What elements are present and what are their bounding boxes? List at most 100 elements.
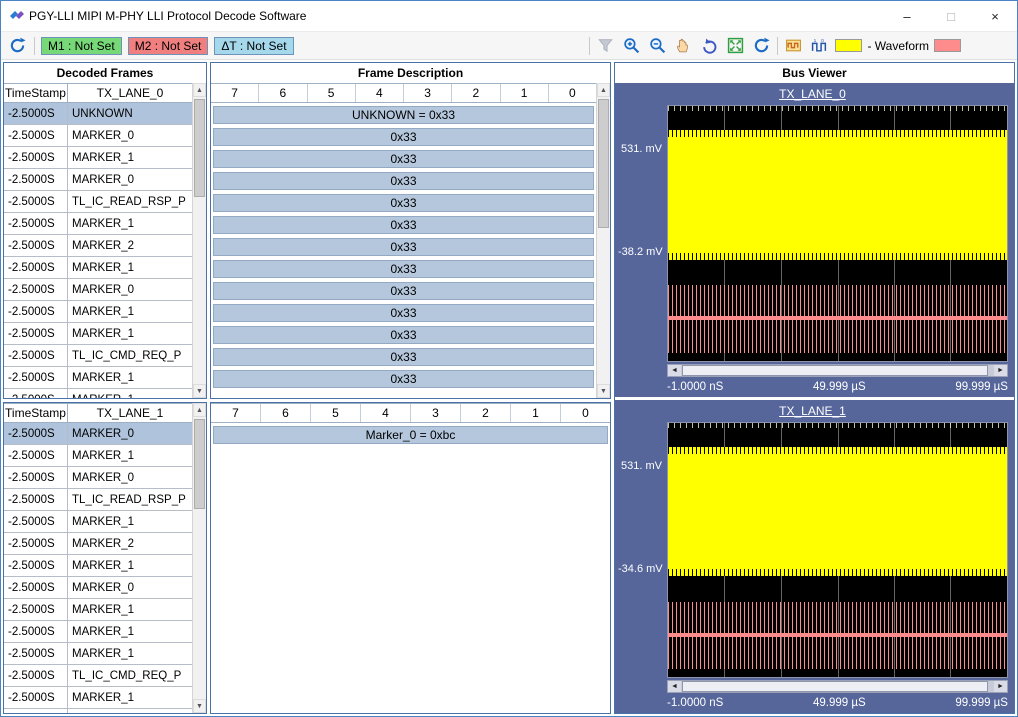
pan-hand-icon[interactable] (673, 35, 694, 56)
timestamp-cell: -2.5000S (4, 445, 68, 466)
lane1-label-link[interactable]: TX_LANE_1 (617, 404, 1008, 420)
timestamp-cell: -2.5000S (4, 467, 68, 488)
digital-signal-icon[interactable]: 10 (809, 35, 830, 56)
scroll-left-icon[interactable]: ◄ (668, 681, 681, 692)
timestamp-cell: -2.5000S (4, 577, 68, 598)
frame-byte-row: 0x33 (213, 326, 594, 344)
voltage-min-label: -38.2 mV (618, 246, 663, 258)
frame-byte-row: 0x33 (213, 348, 594, 366)
scrollbar-thumb[interactable] (194, 99, 205, 197)
lane0-table-body: -2.5000SUNKNOWN-2.5000SMARKER_0-2.5000SM… (4, 103, 192, 398)
frame-byte-row: 0x33 (213, 260, 594, 278)
table-row[interactable]: -2.5000STL_IC_CMD_REQ_P (4, 665, 192, 687)
fit-screen-icon[interactable] (725, 35, 746, 56)
time-end-label: 99.999 µS (955, 697, 1008, 709)
table-row[interactable]: -2.5000STL_IC_READ_RSP_P (4, 489, 192, 511)
sync-icon[interactable] (7, 35, 28, 56)
zoom-in-icon[interactable] (621, 35, 642, 56)
bit-header-cell: 0 (549, 84, 596, 102)
table-row[interactable]: -2.5000SMARKER_1 (4, 367, 192, 389)
waveform-yellow-swatch (835, 39, 862, 52)
table-row[interactable]: -2.5000SMARKER_1 (4, 257, 192, 279)
scroll-right-icon[interactable]: ► (994, 365, 1007, 376)
vertical-scrollbar[interactable]: ▲ ▼ (192, 403, 206, 713)
scrollbar-thumb[interactable] (682, 365, 988, 376)
zoom-out-icon[interactable] (647, 35, 668, 56)
refresh-icon[interactable] (751, 35, 772, 56)
frame-byte-row: 0x33 (213, 150, 594, 168)
table-row[interactable]: -2.5000SUNKNOWN (4, 103, 192, 125)
frame-cell: MARKER_0 (68, 125, 192, 146)
table-row[interactable]: -2.5000SMARKER_1 (4, 147, 192, 169)
table-row[interactable]: -2.5000SMARKER_1 (4, 599, 192, 621)
scroll-up-icon[interactable]: ▲ (193, 83, 206, 97)
scrollbar-thumb[interactable] (194, 419, 205, 509)
frame-byte-row: 0x33 (213, 194, 594, 212)
time-mid-label: 49.999 µS (813, 697, 866, 709)
table-row[interactable]: -2.5000SMARKER_1 (4, 323, 192, 345)
frame-cell: TL_IC_READ_RSP_P (68, 191, 192, 212)
table-row[interactable]: -2.5000SMARKER_1 (4, 445, 192, 467)
scroll-down-icon[interactable]: ▼ (193, 699, 206, 713)
decoded-frames-panel: Decoded Frames TimeStamp TX_LANE_0 -2.50… (3, 62, 207, 714)
frame-description-lane0-box: Frame Description 76543210 UNKNOWN = 0x3… (210, 62, 611, 399)
top-tick-marks (668, 423, 1007, 428)
scroll-down-icon[interactable]: ▼ (597, 384, 610, 398)
scroll-up-icon[interactable]: ▲ (193, 403, 206, 417)
svg-text:0: 0 (822, 38, 825, 44)
table-row[interactable]: -2.5000STL_IC_READ_RSP_P (4, 191, 192, 213)
table-row[interactable]: -2.5000SMARKER_2 (4, 533, 192, 555)
bus-config-icon[interactable] (783, 35, 804, 56)
table-row[interactable]: -2.5000SMARKER_0 (4, 125, 192, 147)
table-row[interactable]: -2.5000SMARKER_1 (4, 555, 192, 577)
lane0-label-link[interactable]: TX_LANE_0 (617, 87, 1008, 103)
filter-icon[interactable] (595, 35, 616, 56)
table-row[interactable]: -2.5000SMARKER_0 (4, 423, 192, 445)
table-row[interactable]: -2.5000STL_IC_CMD_REQ_P (4, 345, 192, 367)
scroll-right-icon[interactable]: ► (994, 681, 1007, 692)
table-row[interactable]: -2.5000SMARKER_0 (4, 279, 192, 301)
vertical-scrollbar[interactable]: ▲ ▼ (596, 83, 610, 398)
bit-header-cell: 6 (261, 404, 311, 422)
timestamp-cell: -2.5000S (4, 687, 68, 708)
bit-header-cell: 3 (411, 404, 461, 422)
scroll-up-icon[interactable]: ▲ (597, 83, 610, 97)
timestamp-cell: -2.5000S (4, 103, 68, 124)
horizontal-scrollbar[interactable]: ◄ ► (667, 364, 1008, 377)
scrollbar-thumb[interactable] (598, 99, 609, 228)
bit-header-cell: 1 (511, 404, 561, 422)
scrollbar-thumb[interactable] (682, 681, 988, 692)
table-row[interactable]: -2.5000SMARKER_0 (4, 577, 192, 599)
bus-lane-0: TX_LANE_0 531. mV -38.2 mV (615, 83, 1014, 397)
close-button[interactable]: × (973, 1, 1017, 31)
voltage-axis: 531. mV -34.6 mV (617, 422, 667, 679)
timestamp-column-header: TimeStamp (4, 84, 68, 102)
maximize-button[interactable]: □ (929, 1, 973, 31)
scroll-left-icon[interactable]: ◄ (668, 365, 681, 376)
undo-icon[interactable] (699, 35, 720, 56)
frame-cell: MARKER_1 (68, 621, 192, 642)
waveform-plot[interactable] (667, 105, 1008, 362)
table-row[interactable]: -2.5000SMARKER_1 (4, 709, 192, 713)
table-row[interactable]: -2.5000SMARKER_1 (4, 643, 192, 665)
waveform-plot[interactable] (667, 422, 1008, 679)
table-row[interactable]: -2.5000SMARKER_1 (4, 621, 192, 643)
table-row[interactable]: -2.5000SMARKER_1 (4, 301, 192, 323)
table-row[interactable]: -2.5000SMARKER_2 (4, 235, 192, 257)
frame-cell: MARKER_0 (68, 467, 192, 488)
toolbar: M1 : Not Set M2 : Not Set ΔT : Not Set (1, 32, 1017, 60)
bus-viewer-title: Bus Viewer (615, 63, 1014, 83)
voltage-axis: 531. mV -38.2 mV (617, 105, 667, 362)
vertical-scrollbar[interactable]: ▲ ▼ (192, 83, 206, 398)
horizontal-scrollbar[interactable]: ◄ ► (667, 680, 1008, 693)
table-row[interactable]: -2.5000SMARKER_0 (4, 467, 192, 489)
table-row[interactable]: -2.5000SMARKER_0 (4, 169, 192, 191)
bit-header-cell: 0 (561, 404, 610, 422)
table-row[interactable]: -2.5000SMARKER_1 (4, 213, 192, 235)
scroll-down-icon[interactable]: ▼ (193, 384, 206, 398)
table-row[interactable]: -2.5000SMARKER_1 (4, 511, 192, 533)
minimize-button[interactable]: – (885, 1, 929, 31)
table-row[interactable]: -2.5000SMARKER_1 (4, 687, 192, 709)
timestamp-cell: -2.5000S (4, 169, 68, 190)
table-row[interactable]: -2.5000SMARKER_1 (4, 389, 192, 398)
